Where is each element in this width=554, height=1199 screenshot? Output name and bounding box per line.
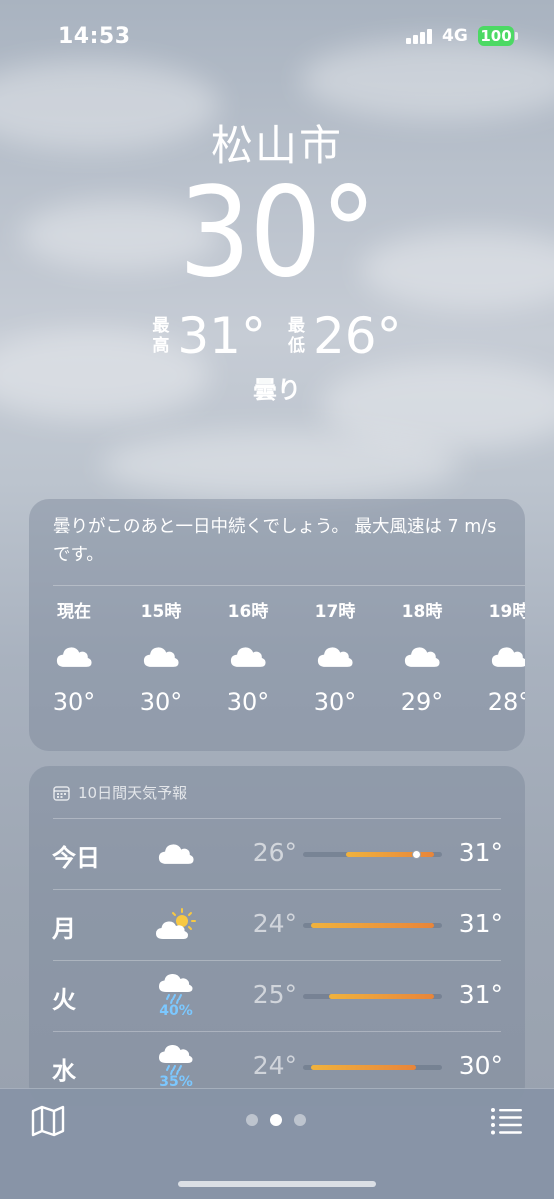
cloud-icon (392, 625, 452, 687)
battery-icon: 100 (478, 26, 514, 46)
cloud-icon (44, 625, 104, 687)
day-low-temp: 24° (252, 909, 297, 938)
day-low-temp: 24° (252, 1051, 297, 1080)
status-time: 14:53 (58, 24, 131, 49)
signal-icon (406, 28, 436, 44)
day-high-temp: 30° (458, 1051, 503, 1080)
temp-range-bar (303, 850, 442, 859)
hour-temp: 30° (52, 688, 96, 716)
list-icon[interactable] (490, 1107, 522, 1135)
hour-label: 17時 (314, 602, 356, 622)
bottom-toolbar (0, 1088, 554, 1199)
divider (53, 960, 501, 961)
divider (53, 818, 501, 819)
high-value: 31° (177, 307, 266, 365)
page-dot[interactable] (246, 1114, 258, 1126)
hourly-item: 18時 29° (392, 599, 452, 717)
temp-range-fill (311, 923, 434, 928)
cloud-icon (305, 625, 365, 687)
home-indicator (178, 1181, 376, 1187)
page-dot[interactable] (294, 1114, 306, 1126)
temp-range-bar (303, 923, 442, 928)
day-name: 月 (52, 915, 76, 943)
divider (53, 1031, 501, 1032)
hour-label: 19時 (488, 602, 525, 622)
divider (53, 889, 501, 890)
day-high-temp: 31° (458, 909, 503, 938)
day-name: 水 (52, 1057, 76, 1085)
hour-temp: 29° (400, 688, 444, 716)
low-temp-group: 最低 26° (288, 308, 402, 364)
daily-forecast-header: 10日間天気予報 (53, 782, 187, 803)
forecast-summary: 曇りがこのあと一日中続くでしょう。 最大風速は 7 m/s です。 (53, 517, 497, 565)
daily-row[interactable]: 火 40% 25° 31° (29, 960, 525, 1031)
current-temperature: 30° (178, 161, 378, 305)
hour-label: 16時 (227, 602, 269, 622)
hour-temp: 28° (487, 688, 525, 716)
divider (53, 585, 525, 586)
hour-temp: 30° (313, 688, 357, 716)
page-dot[interactable] (270, 1114, 282, 1126)
day-high-temp: 31° (458, 980, 503, 1009)
hourly-item: 19時 28° (479, 599, 525, 717)
low-label: 最低 (288, 316, 305, 356)
map-icon[interactable] (30, 1105, 66, 1137)
network-type: 4G (442, 26, 468, 46)
temp-range-fill (311, 1065, 417, 1070)
low-value: 26° (313, 307, 402, 365)
daily-forecast-title: 10日間天気予報 (78, 784, 188, 802)
hour-label: 15時 (140, 602, 182, 622)
daily-row[interactable]: 今日 26° 31° (29, 818, 525, 889)
hourly-list[interactable]: 現在 30° 15時 30° 16時 30° 17時 30° 18時 29° 19時 28… (29, 599, 525, 739)
hourly-item: 現在 30° (44, 599, 104, 717)
hour-label: 現在 (57, 602, 91, 622)
cloud-icon (218, 625, 278, 687)
high-label: 最高 (152, 316, 170, 356)
temp-range-bar (303, 1065, 442, 1070)
daily-forecast-card[interactable]: 10日間天気予報 今日 26° 31° 月 24° 31° 火 40% 25° … (29, 766, 525, 1106)
precip-chance: 40% (159, 1003, 193, 1019)
hourly-item: 17時 30° (305, 599, 365, 717)
day-name: 今日 (52, 844, 100, 872)
high-temp-group: 最高 31° (152, 308, 266, 364)
calendar-icon (53, 785, 70, 801)
hourly-item: 16時 30° (218, 599, 278, 717)
battery-tip (515, 32, 518, 40)
hour-temp: 30° (226, 688, 270, 716)
day-low-temp: 25° (252, 980, 297, 1009)
page-indicator[interactable] (246, 1114, 306, 1126)
cloud-icon (151, 828, 201, 878)
hourly-item: 15時 30° (131, 599, 191, 717)
day-low-temp: 26° (252, 838, 297, 867)
temp-range-fill (328, 994, 434, 999)
hour-temp: 30° (139, 688, 183, 716)
rain-cloud-icon: 35% (151, 1041, 201, 1091)
condition-text: 曇り (253, 376, 301, 404)
current-temp-dot (411, 850, 421, 859)
daily-row[interactable]: 月 24° 31° (29, 889, 525, 960)
temp-range-bar (303, 994, 442, 999)
hour-label: 18時 (401, 602, 443, 622)
high-low: 最高 31° 最低 26° (0, 308, 554, 364)
rain-cloud-icon: 40% (151, 970, 201, 1020)
day-high-temp: 31° (458, 838, 503, 867)
partly-sunny-icon (151, 899, 201, 949)
hourly-forecast-card[interactable]: 曇りがこのあと一日中続くでしょう。 最大風速は 7 m/s です。 現在 30°… (29, 499, 525, 751)
day-name: 火 (52, 986, 76, 1014)
cloud-icon (479, 625, 525, 687)
cloud-icon (131, 625, 191, 687)
